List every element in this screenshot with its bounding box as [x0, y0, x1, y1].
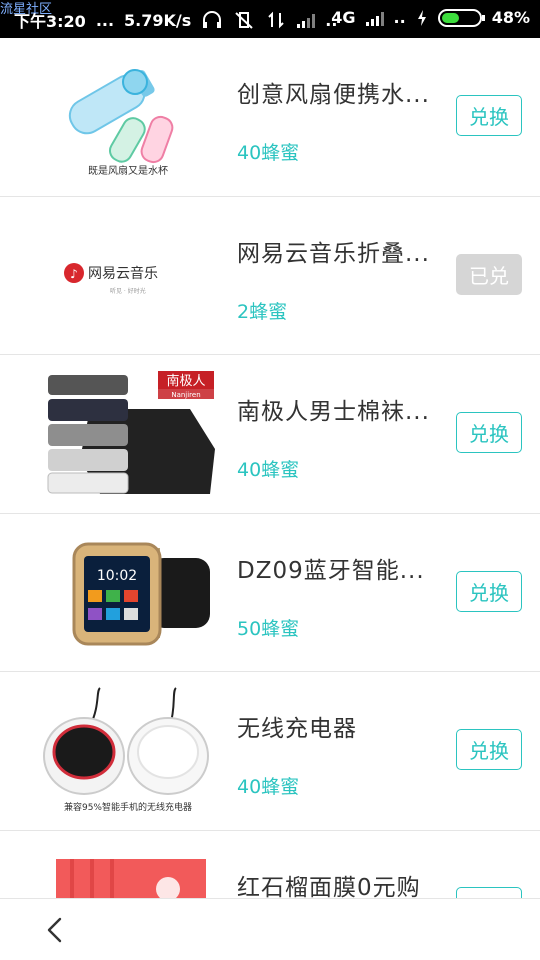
product-image: 南极人 Nanjiren — [40, 369, 216, 499]
list-item[interactable]: 兼容95%智能手机的无线充电器 无线充电器 40蜂蜜 兑换 — [0, 672, 540, 831]
svg-text:♪: ♪ — [70, 267, 78, 281]
redeem-button[interactable]: 兑换 — [456, 412, 522, 453]
clock: 下午3:20 — [14, 12, 86, 31]
battery-percent: 48% — [491, 8, 530, 27]
product-price: 40蜂蜜 — [237, 459, 300, 481]
redeemed-button: 已兑 — [456, 253, 522, 295]
image-caption: 10:02 — [97, 568, 137, 584]
redeem-button[interactable]: 兑换 — [456, 95, 522, 136]
signal-icon-2 — [365, 10, 384, 26]
list-item[interactable]: ♪ 网易云音乐 听见 · 好时光 网易云音乐折叠... 2蜂蜜 已兑 — [0, 196, 540, 355]
image-caption: 南极人 — [166, 373, 205, 389]
product-price: 40蜂蜜 — [237, 142, 300, 164]
image-subcaption: 听见 · 好时光 — [110, 287, 146, 295]
status-bar: 流星社区 下午3:20 ... 5.79K/s .. 4G .. 48% — [0, 0, 540, 38]
redeem-button[interactable]: 兑换 — [456, 729, 522, 770]
product-image: ♪ 网易云音乐 听见 · 好时光 — [40, 211, 216, 341]
network-speed: 5.79K/s — [124, 10, 192, 30]
product-list[interactable]: 既是风扇又是水杯 创意风扇便携水... 40蜂蜜 兑换 ♪ 网易云音乐 听见 ·… — [0, 38, 540, 898]
product-title: 红石榴面膜0元购 — [237, 874, 421, 899]
product-title: 南极人男士棉袜... — [237, 399, 430, 425]
product-title: 创意风扇便携水... — [237, 82, 430, 108]
list-item[interactable]: 既是风扇又是水杯 创意风扇便携水... 40蜂蜜 兑换 — [0, 38, 540, 197]
notification-dots: ... — [95, 10, 115, 30]
back-icon[interactable] — [40, 915, 70, 945]
image-subcaption: Nanjiren — [171, 391, 200, 399]
signal-icon-1 — [297, 12, 316, 28]
list-item[interactable]: 红石榴面膜0元购 — [0, 830, 540, 899]
product-image — [40, 845, 216, 898]
signal-dots-2: .. — [393, 8, 406, 27]
data-transfer-icon — [265, 11, 287, 29]
image-caption: 网易云音乐 — [88, 265, 158, 282]
product-price: 40蜂蜜 — [237, 776, 300, 798]
product-title: 无线充电器 — [237, 716, 357, 742]
vibrate-mute-icon — [233, 11, 255, 29]
bottom-nav — [0, 898, 540, 960]
network-type: 4G — [331, 8, 356, 27]
charging-icon — [416, 9, 428, 27]
redeem-button[interactable]: 兑换 — [456, 570, 522, 612]
product-image: 10:02 — [40, 528, 216, 658]
image-caption: 既是风扇又是水杯 — [88, 164, 168, 177]
product-image: 兼容95%智能手机的无线充电器 — [40, 686, 216, 816]
list-item[interactable]: 10:02 DZ09蓝牙智能... 50蜂蜜 兑换 — [0, 513, 540, 672]
product-price: 2蜂蜜 — [237, 300, 288, 323]
product-title: 网易云音乐折叠... — [237, 240, 430, 267]
redeem-button[interactable] — [456, 886, 522, 898]
product-title: DZ09蓝牙智能... — [237, 557, 425, 584]
product-price: 50蜂蜜 — [237, 617, 300, 640]
list-item[interactable]: 南极人 Nanjiren 南极人男士棉袜... 40蜂蜜 兑换 — [0, 355, 540, 514]
battery-icon — [437, 8, 485, 27]
image-caption: 兼容95%智能手机的无线充电器 — [64, 801, 192, 813]
headphones-icon — [201, 11, 223, 29]
product-image: 既是风扇又是水杯 — [40, 52, 216, 182]
